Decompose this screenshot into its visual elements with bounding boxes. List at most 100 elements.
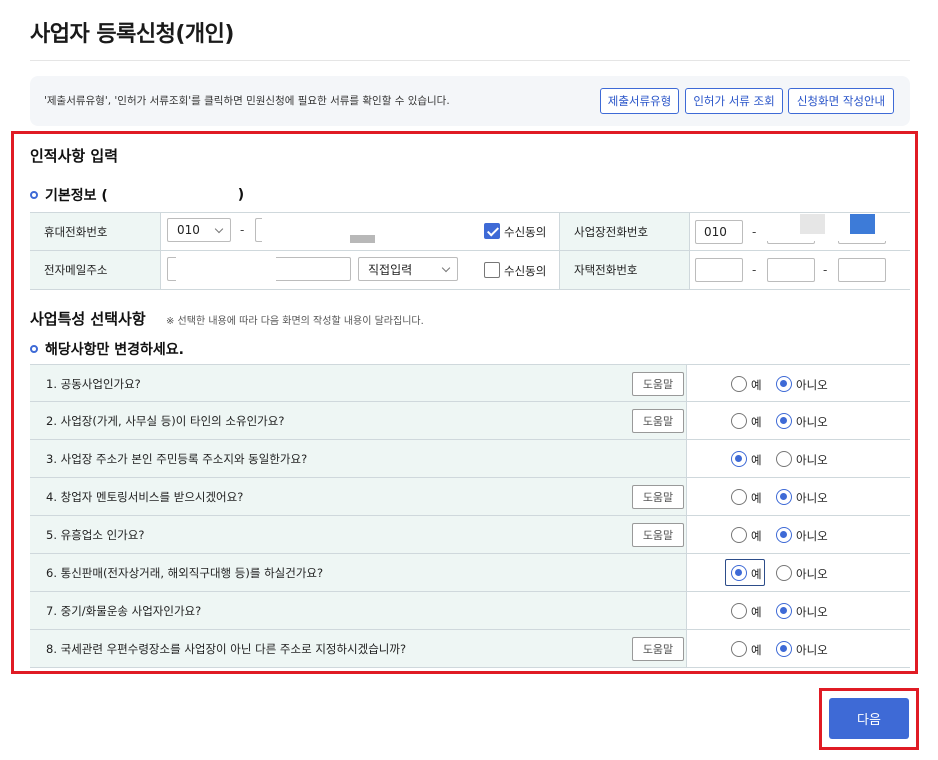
bullet-icon	[30, 191, 38, 199]
question-text: 8. 국세관련 우편수령장소를 사업장이 아닌 다른 주소로 지정하시겠습니까?	[46, 642, 407, 656]
redacted-block	[850, 214, 875, 234]
question-cell: 4. 창업자 멘토링서비스를 받으시겠어요? 도움말	[30, 478, 687, 516]
question-row: 5. 유흥업소 인가요? 도움말 예 아니오	[30, 516, 910, 554]
yes-radio[interactable]	[731, 376, 747, 392]
answer-cell: 예 아니오	[687, 630, 910, 668]
no-radio[interactable]	[776, 376, 792, 392]
yes-radio[interactable]	[731, 603, 747, 619]
answer-cell: 예 아니오	[687, 554, 910, 592]
email-domain-select[interactable]: 직접입력	[358, 257, 458, 281]
no-label: 아니오	[796, 567, 828, 581]
home-phone-label: 자택전화번호	[574, 263, 638, 277]
no-label: 아니오	[796, 378, 828, 392]
notice-text: '제출서류유형', '인허가 서류조회'를 클릭하면 민원신청에 필요한 서류를…	[44, 95, 450, 107]
title-divider	[30, 60, 910, 61]
yes-radio[interactable]	[731, 641, 747, 657]
answer-cell: 예 아니오	[687, 365, 910, 402]
no-label: 아니오	[796, 605, 828, 619]
no-radio[interactable]	[776, 489, 792, 505]
chevron-down-icon	[214, 224, 224, 234]
biz-phone-prefix-input[interactable]: 010	[695, 220, 743, 244]
basic-info-close: )	[237, 187, 245, 203]
yes-label: 예	[751, 415, 762, 429]
yes-radio[interactable]	[731, 489, 747, 505]
home-phone-last-input[interactable]	[838, 258, 886, 282]
yes-radio[interactable]	[731, 451, 747, 467]
question-row: 4. 창업자 멘토링서비스를 받으시겠어요? 도움말 예 아니오	[30, 478, 910, 516]
question-text: 3. 사업장 주소가 본인 주민등록 주소지와 동일한가요?	[46, 452, 308, 466]
change-title: 해당사항만 변경하세요.	[30, 339, 184, 359]
business-section-title: 사업특성 선택사항	[30, 310, 146, 328]
masked-name	[107, 187, 238, 203]
question-text: 6. 통신판매(전자상거래, 해외직구대행 등)를 하실건가요?	[46, 566, 324, 580]
answer-cell: 예 아니오	[687, 478, 910, 516]
email-consent-checkbox[interactable]	[484, 262, 500, 278]
redacted-block	[350, 235, 375, 243]
no-label: 아니오	[796, 453, 828, 467]
doc-type-button[interactable]: 제출서류유형	[600, 88, 679, 114]
question-cell: 6. 통신판매(전자상거래, 해외직구대행 등)를 하실건가요?	[30, 554, 687, 592]
no-label: 아니오	[796, 643, 828, 657]
question-text: 7. 중기/화물운송 사업자인가요?	[46, 604, 202, 618]
mobile-label-cell: 휴대전화번호	[30, 213, 161, 251]
question-row: 2. 사업장(가게, 사무실 등)이 타인의 소유인가요? 도움말 예 아니오	[30, 402, 910, 440]
no-radio[interactable]	[776, 603, 792, 619]
answer-cell: 예 아니오	[687, 402, 910, 440]
help-button[interactable]: 도움말	[632, 485, 684, 509]
sms-consent-label: 수신동의	[504, 225, 547, 239]
email-mask	[176, 253, 276, 285]
no-radio[interactable]	[776, 527, 792, 543]
mobile-label: 휴대전화번호	[44, 224, 108, 239]
license-lookup-button[interactable]: 인허가 서류 조회	[685, 88, 783, 114]
no-radio[interactable]	[776, 451, 792, 467]
question-cell: 7. 중기/화물운송 사업자인가요?	[30, 592, 687, 630]
biz-phone-prefix-value: 010	[704, 225, 727, 239]
question-cell: 5. 유흥업소 인가요? 도움말	[30, 516, 687, 554]
help-button[interactable]: 도움말	[632, 409, 684, 433]
yes-label: 예	[751, 605, 762, 619]
answer-cell: 예 아니오	[687, 592, 910, 630]
business-section-note: ※ 선택한 내용에 따라 다음 화면의 작성할 내용이 달라집니다.	[166, 316, 424, 327]
question-row: 3. 사업장 주소가 본인 주민등록 주소지와 동일한가요? 예 아니오	[30, 440, 910, 478]
question-row: 8. 국세관련 우편수령장소를 사업장이 아닌 다른 주소로 지정하시겠습니까?…	[30, 630, 910, 668]
yes-radio[interactable]	[731, 527, 747, 543]
email-label-cell: 전자메일주소	[30, 251, 161, 290]
redacted-block	[800, 214, 825, 234]
form-guide-button[interactable]: 신청화면 작성안내	[788, 88, 894, 114]
biz-phone-dash: -	[752, 225, 757, 239]
next-button[interactable]: 다음	[829, 698, 909, 739]
question-cell: 8. 국세관련 우편수령장소를 사업장이 아닌 다른 주소로 지정하시겠습니까?…	[30, 630, 687, 668]
email-label: 전자메일주소	[44, 263, 108, 277]
basic-info-title: 기본정보 ( )	[30, 185, 244, 205]
yes-label: 예	[751, 491, 762, 505]
no-radio[interactable]	[776, 413, 792, 429]
question-row: 6. 통신판매(전자상거래, 해외직구대행 등)를 하실건가요? 예 아니오	[30, 554, 910, 592]
question-cell: 3. 사업장 주소가 본인 주민등록 주소지와 동일한가요?	[30, 440, 687, 478]
no-radio[interactable]	[776, 641, 792, 657]
question-text: 2. 사업장(가게, 사무실 등)이 타인의 소유인가요?	[46, 414, 285, 428]
home-phone-first-input[interactable]	[695, 258, 743, 282]
help-button[interactable]: 도움말	[632, 372, 684, 396]
question-row: 7. 중기/화물운송 사업자인가요? 예 아니오	[30, 592, 910, 630]
notice-bar: '제출서류유형', '인허가 서류조회'를 클릭하면 민원신청에 필요한 서류를…	[30, 76, 910, 126]
mobile-prefix-value: 010	[177, 223, 200, 237]
mobile-prefix-select[interactable]: 010	[167, 218, 231, 242]
home-phone-middle-input[interactable]	[767, 258, 815, 282]
page-title: 사업자 등록신청(개인)	[30, 22, 234, 47]
help-button[interactable]: 도움말	[632, 523, 684, 547]
question-cell: 2. 사업장(가게, 사무실 등)이 타인의 소유인가요? 도움말	[30, 402, 687, 440]
question-text: 1. 공동사업인가요?	[46, 377, 141, 391]
yes-radio[interactable]	[731, 413, 747, 429]
question-cell: 1. 공동사업인가요? 도움말	[30, 365, 687, 402]
home-phone-dash-1: -	[752, 263, 757, 277]
yes-label: 예	[751, 378, 762, 392]
mobile-dash: -	[240, 223, 245, 237]
question-row: 1. 공동사업인가요? 도움말 예 아니오	[30, 364, 910, 402]
yes-label: 예	[751, 453, 762, 467]
basic-info-label: 기본정보 (	[45, 188, 108, 204]
sms-consent-checkbox[interactable]	[484, 223, 500, 239]
no-radio[interactable]	[776, 565, 792, 581]
help-button[interactable]: 도움말	[632, 637, 684, 661]
bullet-icon	[30, 345, 38, 353]
email-domain-value: 직접입력	[368, 262, 413, 277]
